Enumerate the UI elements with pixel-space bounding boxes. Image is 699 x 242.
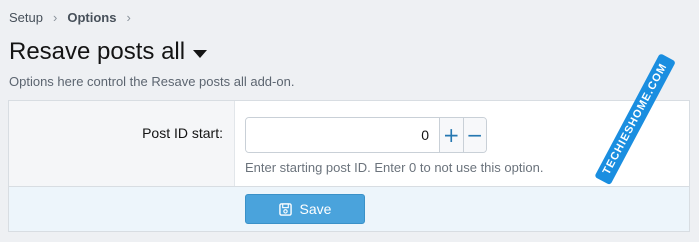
post-id-start-label: Post ID start: <box>142 125 223 141</box>
post-id-start-input[interactable] <box>246 118 439 152</box>
page-title: Resave posts all <box>9 38 186 65</box>
breadcrumb-setup[interactable]: Setup <box>9 10 43 25</box>
submit-row: Save <box>9 186 689 231</box>
title-row: Resave posts all <box>9 38 208 66</box>
page-description: Options here control the Resave posts al… <box>9 74 295 89</box>
breadcrumb-options[interactable]: Options <box>67 10 116 25</box>
options-form: Post ID start: + − Enter starting post I… <box>8 100 690 232</box>
breadcrumb: Setup › Options › <box>9 10 131 25</box>
post-id-start-stepper: + − <box>245 117 487 153</box>
caret-down-icon[interactable] <box>193 50 208 58</box>
breadcrumb-separator: › <box>126 10 131 25</box>
increment-button[interactable]: + <box>439 118 463 152</box>
field-hint: Enter starting post ID. Enter 0 to not u… <box>245 160 544 175</box>
save-button[interactable]: Save <box>245 194 365 224</box>
decrement-button[interactable]: − <box>462 118 486 152</box>
save-icon <box>278 202 292 216</box>
breadcrumb-separator: › <box>52 10 58 25</box>
save-button-label: Save <box>299 201 332 217</box>
